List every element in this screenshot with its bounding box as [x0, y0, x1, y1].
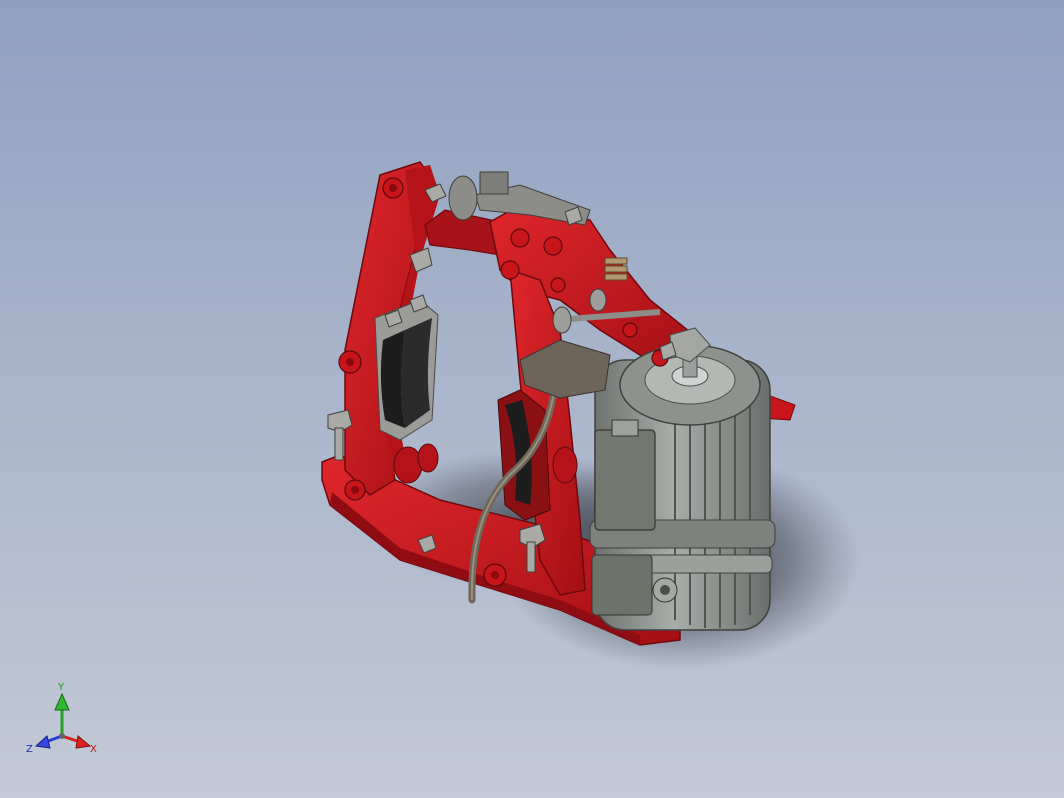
y-axis-label: Y [57, 682, 65, 693]
3d-viewport[interactable]: Y X Z [0, 0, 1064, 798]
rod-washer [552, 306, 572, 334]
left-brake-pad [380, 330, 405, 428]
adjuster-disc [448, 175, 478, 221]
y-axis-arrow [54, 692, 70, 711]
z-axis-arrow [34, 735, 51, 749]
x-axis-label: X [90, 744, 97, 755]
x-axis-arrow [75, 735, 92, 749]
brake-assembly-model[interactable] [0, 0, 1064, 798]
coordinate-triad[interactable]: Y X Z [22, 680, 112, 760]
left-brake-pad-face [401, 318, 432, 428]
triad-origin [59, 733, 65, 739]
z-axis-label: Z [26, 744, 33, 755]
rod-washer [589, 288, 607, 312]
cable-gland-hole [660, 585, 670, 595]
terminal-box [591, 554, 653, 616]
tension-spring [604, 257, 628, 281]
adjuster-nut [479, 171, 509, 195]
junction-box [594, 429, 656, 531]
junction-box-top [611, 419, 639, 437]
